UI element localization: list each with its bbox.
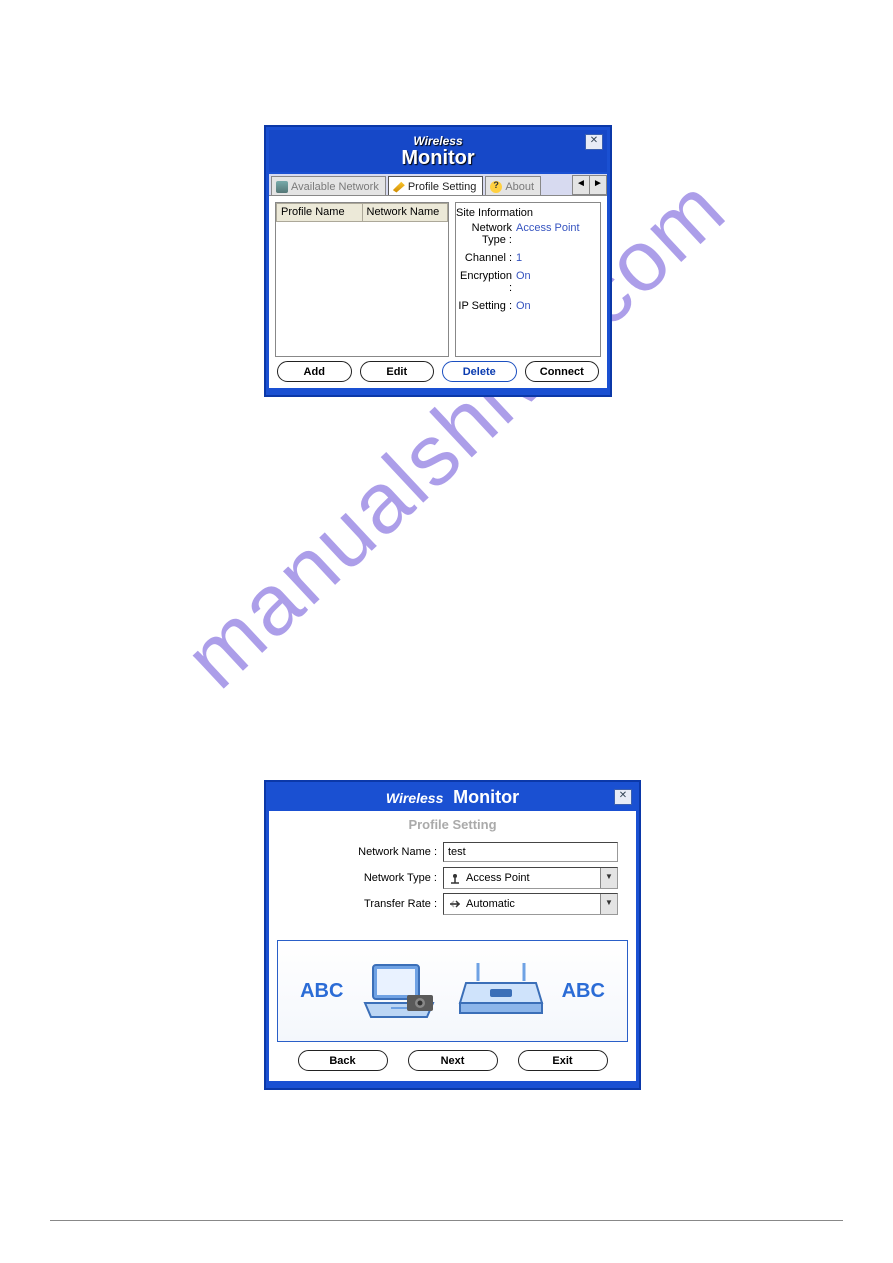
profile-list[interactable]: Profile Name Network Name bbox=[275, 202, 449, 357]
tab-label: About bbox=[505, 181, 534, 193]
laptop-icon bbox=[359, 959, 439, 1023]
access-point-icon bbox=[448, 871, 462, 885]
exit-button[interactable]: Exit bbox=[518, 1050, 608, 1071]
group-legend: Site Information bbox=[456, 207, 533, 219]
tab-bar: Available Network Profile Setting About … bbox=[269, 174, 607, 196]
router-icon bbox=[456, 959, 546, 1023]
ip-setting-value: On bbox=[512, 300, 594, 312]
network-type-label: Network Type : bbox=[287, 872, 443, 884]
close-icon[interactable]: ✕ bbox=[614, 789, 632, 805]
chevron-down-icon[interactable]: ▼ bbox=[600, 894, 617, 914]
tab-scroll-left-icon[interactable]: ◄ bbox=[572, 175, 590, 195]
back-button[interactable]: Back bbox=[298, 1050, 388, 1071]
encryption-label: Encryption : bbox=[456, 270, 512, 294]
network-type-select[interactable]: Access Point ▼ bbox=[443, 867, 618, 889]
wizard-illustration: ABC bbox=[277, 940, 628, 1042]
channel-label: Channel : bbox=[456, 252, 512, 264]
title-big-text: Monitor bbox=[453, 787, 519, 807]
network-name-label: Network Name : bbox=[287, 846, 443, 858]
automatic-icon bbox=[448, 897, 462, 911]
connect-button[interactable]: Connect bbox=[525, 361, 600, 382]
add-button[interactable]: Add bbox=[277, 361, 352, 382]
transfer-rate-label: Transfer Rate : bbox=[287, 898, 443, 910]
wireless-monitor-profile-list-window: Wireless Monitor ✕ Available Network Pro… bbox=[264, 125, 612, 397]
tab-label: Available Network bbox=[291, 181, 379, 193]
column-header-profile-name[interactable]: Profile Name bbox=[276, 203, 363, 222]
pencil-icon bbox=[393, 181, 405, 193]
network-type-value: Access Point bbox=[512, 222, 594, 246]
title-small: Wireless bbox=[386, 790, 443, 806]
chevron-down-icon[interactable]: ▼ bbox=[600, 868, 617, 888]
tab-available-network[interactable]: Available Network bbox=[271, 176, 386, 195]
site-information-group: Site Information Network Type : Access P… bbox=[455, 202, 601, 357]
title-big: Monitor bbox=[269, 148, 607, 168]
profile-list-area[interactable] bbox=[276, 222, 448, 356]
abc-text-left: ABC bbox=[300, 980, 343, 1003]
page-subtitle: Profile Setting bbox=[269, 811, 636, 840]
next-button[interactable]: Next bbox=[408, 1050, 498, 1071]
abc-text-right: ABC bbox=[562, 980, 605, 1003]
wireless-monitor-profile-wizard-window: Wireless Monitor ✕ Profile Setting Netwo… bbox=[264, 780, 641, 1090]
transfer-rate-select[interactable]: Automatic ▼ bbox=[443, 893, 618, 915]
tab-label: Profile Setting bbox=[408, 181, 476, 193]
close-icon[interactable]: ✕ bbox=[585, 134, 603, 150]
delete-button[interactable]: Delete bbox=[442, 361, 517, 382]
encryption-value: On bbox=[512, 270, 594, 294]
window-title-bar: Wireless Monitor ✕ bbox=[269, 130, 607, 172]
ip-setting-label: IP Setting : bbox=[456, 300, 512, 312]
network-icon bbox=[276, 181, 288, 193]
tab-profile-setting[interactable]: Profile Setting bbox=[388, 176, 483, 195]
transfer-rate-value: Automatic bbox=[466, 898, 515, 910]
window-title-bar: Wireless Monitor ✕ bbox=[269, 785, 636, 811]
help-icon bbox=[490, 181, 502, 193]
network-type-value: Access Point bbox=[466, 872, 530, 884]
title-small: Wireless bbox=[269, 130, 607, 148]
network-name-input[interactable] bbox=[443, 842, 618, 862]
edit-button[interactable]: Edit bbox=[360, 361, 435, 382]
tab-about[interactable]: About bbox=[485, 176, 541, 195]
tab-scroll-right-icon[interactable]: ► bbox=[589, 175, 607, 195]
column-header-network-name[interactable]: Network Name bbox=[363, 203, 449, 222]
channel-value: 1 bbox=[512, 252, 594, 264]
network-type-label: Network Type : bbox=[456, 222, 512, 246]
